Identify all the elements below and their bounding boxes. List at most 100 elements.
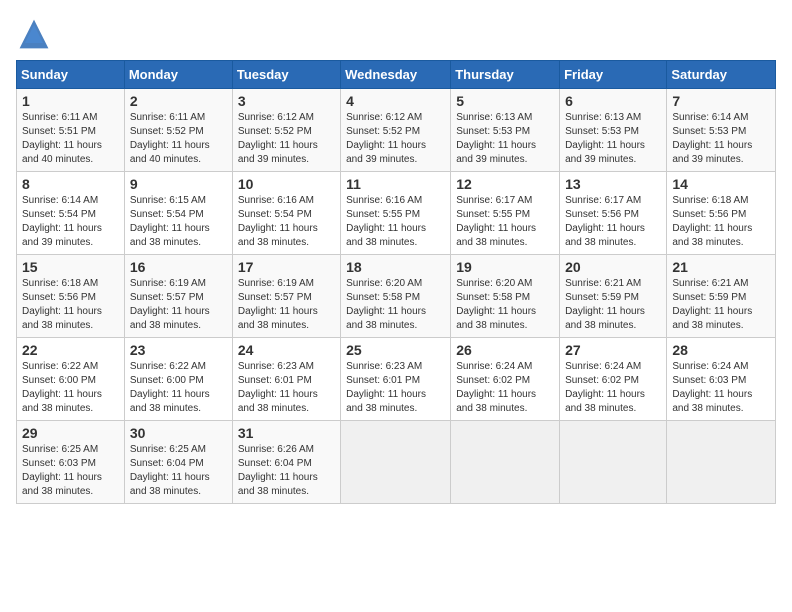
day-info: Sunrise: 6:17 AMSunset: 5:56 PMDaylight:… — [565, 194, 661, 250]
day-number: 28 — [672, 342, 770, 358]
day-info: Sunrise: 6:11 AMSunset: 5:52 PMDaylight:… — [130, 111, 227, 167]
day-number: 25 — [346, 342, 445, 358]
day-number: 29 — [22, 425, 119, 441]
calendar-day-cell: 6 Sunrise: 6:13 AMSunset: 5:53 PMDaylight… — [560, 89, 667, 172]
day-info: Sunrise: 6:24 AMSunset: 6:02 PMDaylight:… — [565, 360, 661, 416]
calendar-day-cell: 26 Sunrise: 6:24 AMSunset: 6:02 PMDayligh… — [451, 338, 560, 421]
calendar-body: 1 Sunrise: 6:11 AMSunset: 5:51 PMDaylight… — [17, 89, 776, 504]
calendar-week-row: 15 Sunrise: 6:18 AMSunset: 5:56 PMDayligh… — [17, 255, 776, 338]
day-info: Sunrise: 6:23 AMSunset: 6:01 PMDaylight:… — [238, 360, 335, 416]
calendar-day-cell: 2 Sunrise: 6:11 AMSunset: 5:52 PMDaylight… — [124, 89, 232, 172]
calendar-day-header: Wednesday — [341, 61, 451, 89]
day-info: Sunrise: 6:18 AMSunset: 5:56 PMDaylight:… — [672, 194, 770, 250]
calendar-day-cell: 9Sunrise: 6:15 AMSunset: 5:54 PMDaylight… — [124, 172, 232, 255]
day-number: 13 — [565, 176, 661, 192]
day-number: 2 — [130, 93, 227, 109]
day-number: 26 — [456, 342, 554, 358]
day-info: Sunrise: 6:19 AMSunset: 5:57 PMDaylight:… — [238, 277, 335, 333]
calendar-day-header: Thursday — [451, 61, 560, 89]
day-number: 18 — [346, 259, 445, 275]
day-info: Sunrise: 6:20 AMSunset: 5:58 PMDaylight:… — [346, 277, 445, 333]
day-number: 24 — [238, 342, 335, 358]
calendar-day-cell: 10Sunrise: 6:16 AMSunset: 5:54 PMDayligh… — [232, 172, 340, 255]
day-number: 19 — [456, 259, 554, 275]
calendar-day-cell: 28 Sunrise: 6:24 AMSunset: 6:03 PMDayligh… — [667, 338, 776, 421]
calendar-day-cell: 1 Sunrise: 6:11 AMSunset: 5:51 PMDaylight… — [17, 89, 125, 172]
day-info: Sunrise: 6:17 AMSunset: 5:55 PMDaylight:… — [456, 194, 554, 250]
calendar-day-cell — [667, 421, 776, 504]
day-number: 21 — [672, 259, 770, 275]
day-info: Sunrise: 6:12 AMSunset: 5:52 PMDaylight:… — [346, 111, 445, 167]
calendar-week-row: 8 Sunrise: 6:14 AMSunset: 5:54 PMDaylight… — [17, 172, 776, 255]
day-info: Sunrise: 6:12 AMSunset: 5:52 PMDaylight:… — [238, 111, 335, 167]
calendar-day-cell: 13 Sunrise: 6:17 AMSunset: 5:56 PMDayligh… — [560, 172, 667, 255]
calendar-week-row: 1 Sunrise: 6:11 AMSunset: 5:51 PMDaylight… — [17, 89, 776, 172]
calendar-day-cell: 11 Sunrise: 6:16 AMSunset: 5:55 PMDayligh… — [341, 172, 451, 255]
day-number: 12 — [456, 176, 554, 192]
day-info: Sunrise: 6:24 AMSunset: 6:02 PMDaylight:… — [456, 360, 554, 416]
day-info: Sunrise: 6:20 AMSunset: 5:58 PMDaylight:… — [456, 277, 554, 333]
day-number: 5 — [456, 93, 554, 109]
calendar-day-header: Friday — [560, 61, 667, 89]
calendar-day-header: Saturday — [667, 61, 776, 89]
day-number: 31 — [238, 425, 335, 441]
calendar-day-cell — [341, 421, 451, 504]
logo-icon — [16, 16, 52, 52]
calendar-day-cell: 31 Sunrise: 6:26 AMSunset: 6:04 PMDayligh… — [232, 421, 340, 504]
day-number: 6 — [565, 93, 661, 109]
day-number: 23 — [130, 342, 227, 358]
calendar-day-header: Sunday — [17, 61, 125, 89]
day-number: 8 — [22, 176, 119, 192]
calendar-day-header: Tuesday — [232, 61, 340, 89]
day-info: Sunrise: 6:14 AMSunset: 5:53 PMDaylight:… — [672, 111, 770, 167]
day-number: 20 — [565, 259, 661, 275]
calendar-day-cell: 17Sunrise: 6:19 AMSunset: 5:57 PMDayligh… — [232, 255, 340, 338]
day-info: Sunrise: 6:19 AMSunset: 5:57 PMDaylight:… — [130, 277, 227, 333]
calendar-day-cell: 14Sunrise: 6:18 AMSunset: 5:56 PMDayligh… — [667, 172, 776, 255]
day-info: Sunrise: 6:15 AMSunset: 5:54 PMDaylight:… — [130, 194, 227, 250]
calendar-day-cell: 8 Sunrise: 6:14 AMSunset: 5:54 PMDaylight… — [17, 172, 125, 255]
calendar-day-cell: 5 Sunrise: 6:13 AMSunset: 5:53 PMDaylight… — [451, 89, 560, 172]
calendar-day-cell: 29Sunrise: 6:25 AMSunset: 6:03 PMDayligh… — [17, 421, 125, 504]
day-number: 16 — [130, 259, 227, 275]
calendar-day-cell: 16 Sunrise: 6:19 AMSunset: 5:57 PMDayligh… — [124, 255, 232, 338]
calendar-day-cell — [451, 421, 560, 504]
day-info: Sunrise: 6:24 AMSunset: 6:03 PMDaylight:… — [672, 360, 770, 416]
day-number: 1 — [22, 93, 119, 109]
day-number: 10 — [238, 176, 335, 192]
calendar-day-cell: 15 Sunrise: 6:18 AMSunset: 5:56 PMDayligh… — [17, 255, 125, 338]
day-info: Sunrise: 6:21 AMSunset: 5:59 PMDaylight:… — [672, 277, 770, 333]
day-info: Sunrise: 6:21 AMSunset: 5:59 PMDaylight:… — [565, 277, 661, 333]
calendar-day-cell: 21 Sunrise: 6:21 AMSunset: 5:59 PMDayligh… — [667, 255, 776, 338]
day-info: Sunrise: 6:22 AMSunset: 6:00 PMDaylight:… — [130, 360, 227, 416]
calendar-day-cell: 25Sunrise: 6:23 AMSunset: 6:01 PMDayligh… — [341, 338, 451, 421]
calendar-day-cell: 22Sunrise: 6:22 AMSunset: 6:00 PMDayligh… — [17, 338, 125, 421]
calendar-day-cell: 12 Sunrise: 6:17 AMSunset: 5:55 PMDayligh… — [451, 172, 560, 255]
day-info: Sunrise: 6:13 AMSunset: 5:53 PMDaylight:… — [565, 111, 661, 167]
page-header — [16, 16, 776, 52]
calendar-day-cell: 3 Sunrise: 6:12 AMSunset: 5:52 PMDaylight… — [232, 89, 340, 172]
day-number: 30 — [130, 425, 227, 441]
day-info: Sunrise: 6:16 AMSunset: 5:55 PMDaylight:… — [346, 194, 445, 250]
day-number: 4 — [346, 93, 445, 109]
calendar-day-cell: 27Sunrise: 6:24 AMSunset: 6:02 PMDayligh… — [560, 338, 667, 421]
day-info: Sunrise: 6:26 AMSunset: 6:04 PMDaylight:… — [238, 443, 335, 499]
day-info: Sunrise: 6:14 AMSunset: 5:54 PMDaylight:… — [22, 194, 119, 250]
calendar-day-cell: 19 Sunrise: 6:20 AMSunset: 5:58 PMDayligh… — [451, 255, 560, 338]
calendar-day-cell: 23 Sunrise: 6:22 AMSunset: 6:00 PMDayligh… — [124, 338, 232, 421]
calendar-table: SundayMondayTuesdayWednesdayThursdayFrid… — [16, 60, 776, 504]
day-info: Sunrise: 6:11 AMSunset: 5:51 PMDaylight:… — [22, 111, 119, 167]
calendar-day-cell — [560, 421, 667, 504]
day-info: Sunrise: 6:25 AMSunset: 6:04 PMDaylight:… — [130, 443, 227, 499]
calendar-day-cell: 20 Sunrise: 6:21 AMSunset: 5:59 PMDayligh… — [560, 255, 667, 338]
day-number: 3 — [238, 93, 335, 109]
day-number: 11 — [346, 176, 445, 192]
day-number: 22 — [22, 342, 119, 358]
day-info: Sunrise: 6:18 AMSunset: 5:56 PMDaylight:… — [22, 277, 119, 333]
logo — [16, 16, 58, 52]
day-info: Sunrise: 6:13 AMSunset: 5:53 PMDaylight:… — [456, 111, 554, 167]
calendar-day-cell: 24 Sunrise: 6:23 AMSunset: 6:01 PMDayligh… — [232, 338, 340, 421]
calendar-day-cell: 30 Sunrise: 6:25 AMSunset: 6:04 PMDayligh… — [124, 421, 232, 504]
calendar-header-row: SundayMondayTuesdayWednesdayThursdayFrid… — [17, 61, 776, 89]
day-number: 15 — [22, 259, 119, 275]
